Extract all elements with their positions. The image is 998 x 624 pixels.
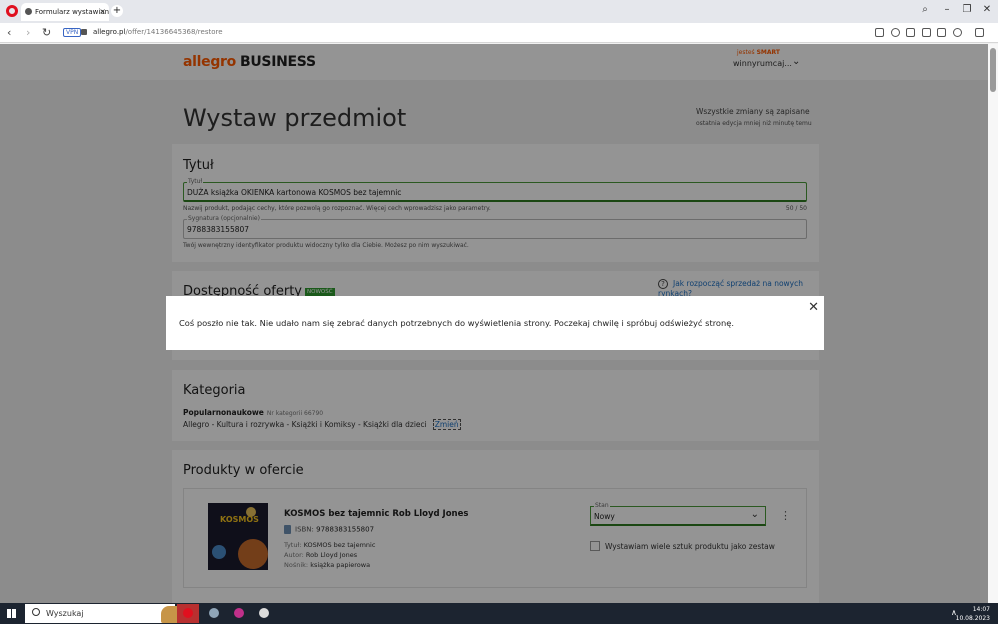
opera-icon [183, 608, 193, 618]
close-icon[interactable]: ✕ [808, 300, 819, 315]
adblock-icon[interactable] [891, 28, 900, 37]
tab-favicon-icon [25, 8, 32, 15]
url-host: allegro.pl [93, 28, 126, 36]
profile-icon[interactable] [953, 28, 962, 37]
opera-menu-icon[interactable] [6, 5, 18, 17]
taskbar-clock[interactable]: 14:07 10.08.2023 [956, 605, 990, 623]
reload-button[interactable]: ↻ [42, 26, 51, 39]
error-dialog: Coś poszło nie tak. Nie udało nam się ze… [166, 296, 824, 350]
taskbar-search[interactable]: Wyszukaj [25, 604, 197, 623]
new-tab-button[interactable]: + [111, 5, 123, 17]
address-bar: ‹ › ↻ VPN allegro.pl/offer/14136645368/r… [0, 23, 998, 43]
download-icon[interactable] [922, 28, 931, 37]
browser-tab[interactable]: Formularz wystawiania × [21, 3, 109, 21]
camera-icon[interactable] [875, 28, 884, 37]
minimize-button[interactable]: – [940, 4, 954, 15]
scrollbar-track[interactable] [988, 44, 998, 603]
app-drop-icon [234, 608, 244, 618]
search-icon [32, 608, 40, 616]
app-globe-icon [209, 608, 219, 618]
browser-tab-bar: Formularz wystawiania × + ⌕ – ❐ ✕ [0, 0, 998, 23]
clock-time: 14:07 [972, 606, 990, 613]
extensions-icon[interactable] [975, 28, 984, 37]
vpn-badge[interactable]: VPN [63, 28, 82, 37]
easy-setup-icon[interactable] [937, 28, 946, 37]
url-field[interactable]: allegro.pl/offer/14136645368/restore [93, 28, 223, 36]
forward-button[interactable]: › [26, 26, 30, 39]
taskbar-app-3[interactable] [228, 604, 250, 623]
back-button[interactable]: ‹ [7, 26, 11, 39]
taskbar-search-placeholder: Wyszukaj [46, 609, 84, 618]
windows-taskbar: Wyszukaj ∧ 14:07 10.08.2023 [0, 603, 998, 624]
tab-close-icon[interactable]: × [99, 7, 106, 16]
taskbar-opera-app[interactable] [177, 604, 199, 623]
error-message: Coś poszło nie tak. Nie udało nam się ze… [179, 318, 735, 328]
close-window-button[interactable]: ✕ [980, 4, 994, 15]
tab-title: Formularz wystawiania [35, 8, 109, 16]
search-tabs-icon[interactable]: ⌕ [918, 4, 932, 15]
taskbar-app-2[interactable] [203, 604, 225, 623]
gear-icon [259, 608, 269, 618]
windows-start-icon[interactable] [7, 609, 16, 618]
taskbar-settings[interactable] [253, 604, 275, 623]
scrollbar-thumb[interactable] [990, 48, 996, 92]
restore-button[interactable]: ❐ [960, 4, 974, 15]
heart-icon[interactable] [906, 28, 915, 37]
lock-icon[interactable] [81, 29, 87, 35]
url-path: /offer/14136645368/restore [125, 28, 223, 36]
clock-date: 10.08.2023 [955, 615, 990, 622]
